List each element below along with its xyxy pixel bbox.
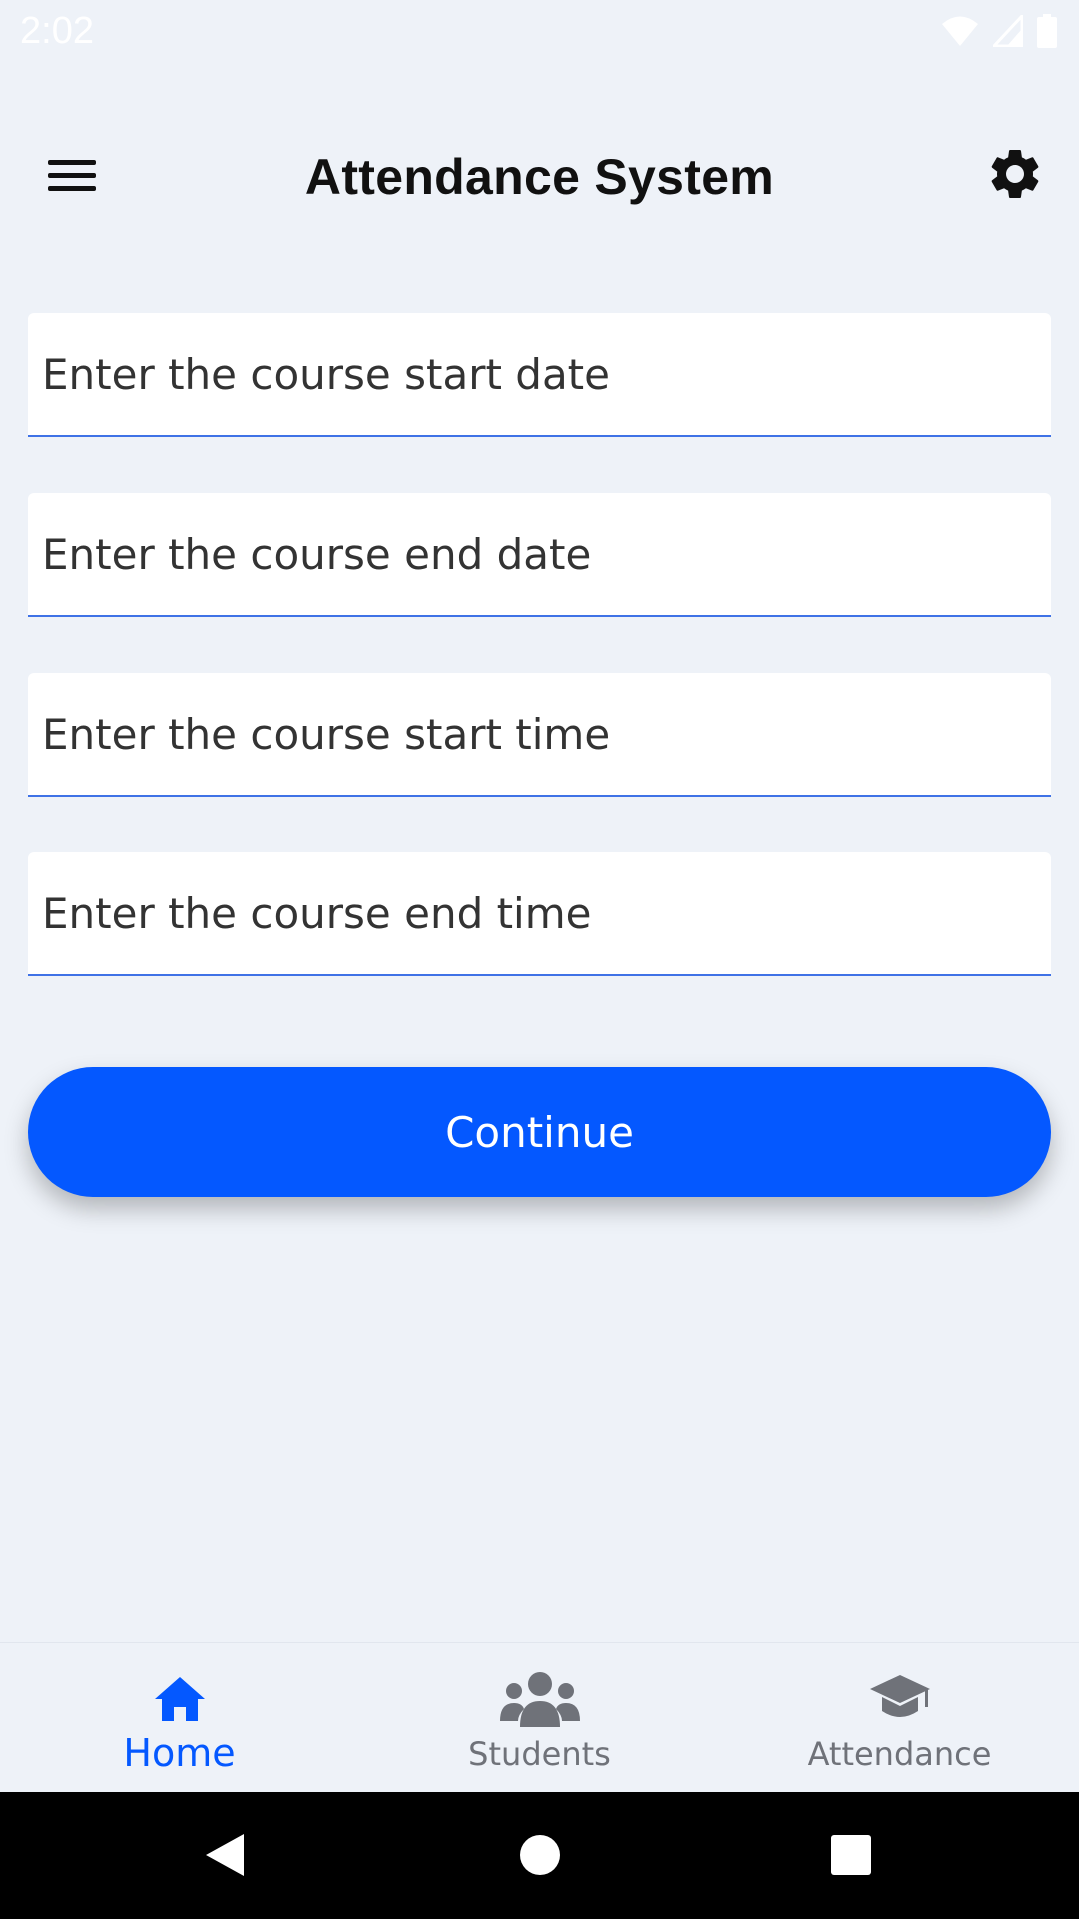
course-end-time-input[interactable]: [28, 852, 1051, 974]
battery-icon: [1037, 14, 1057, 48]
wifi-icon: [942, 16, 978, 46]
nav-item-home[interactable]: Home: [0, 1643, 359, 1793]
bottom-nav: Home Students Attendance: [0, 1642, 1079, 1792]
nav-item-attendance[interactable]: Attendance: [720, 1643, 1079, 1793]
gear-icon[interactable]: [985, 144, 1045, 204]
course-start-time-input[interactable]: [28, 673, 1051, 795]
course-start-time-field[interactable]: [28, 673, 1051, 797]
people-group-icon: [499, 1672, 580, 1727]
graduation-cap-icon: [869, 1675, 930, 1717]
course-end-date-field[interactable]: [28, 493, 1051, 617]
back-icon[interactable]: [204, 1832, 246, 1878]
app-bar: Attendance System: [0, 120, 1079, 230]
course-end-time-field[interactable]: [28, 852, 1051, 976]
nav-label-students: Students: [468, 1735, 611, 1773]
continue-button[interactable]: Continue: [28, 1067, 1051, 1197]
status-bar: 2:02: [0, 0, 1079, 66]
status-icons: [941, 14, 1057, 48]
home-icon: [154, 1677, 205, 1721]
page-title: Attendance System: [304, 149, 775, 205]
status-time: 2:02: [20, 10, 94, 52]
nav-label-attendance: Attendance: [807, 1735, 992, 1773]
home-circle-icon[interactable]: [519, 1834, 561, 1876]
recents-square-icon[interactable]: [830, 1834, 872, 1876]
nav-label-home: Home: [123, 1731, 236, 1775]
nav-item-students[interactable]: Students: [360, 1643, 719, 1793]
course-start-date-input[interactable]: [28, 313, 1051, 435]
course-start-date-field[interactable]: [28, 313, 1051, 437]
system-nav-bar: [0, 1792, 1079, 1919]
screen: 2:02 Attendance System Enter the course …: [0, 0, 1079, 1919]
course-end-date-input[interactable]: [28, 493, 1051, 615]
cell-signal-icon: [993, 15, 1023, 47]
